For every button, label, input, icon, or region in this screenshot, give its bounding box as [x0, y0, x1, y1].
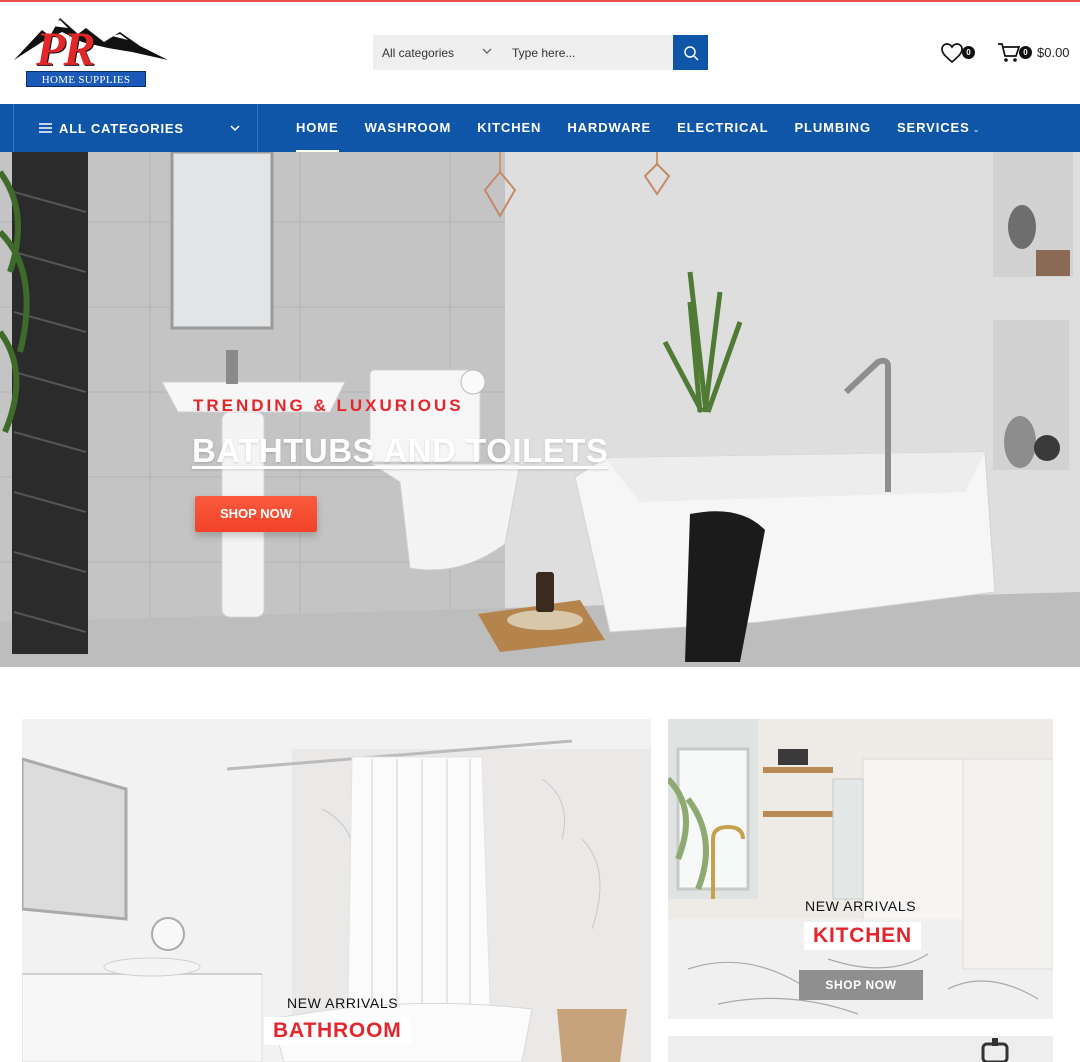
nav-item-electrical[interactable]: ELECTRICAL [677, 104, 768, 152]
search-bar: All categories [373, 35, 708, 70]
wishlist-count-badge: 0 [962, 46, 975, 59]
all-categories-label: ALL CATEGORIES [59, 120, 184, 136]
wishlist-button[interactable]: 0 [940, 40, 976, 66]
nav-item-hardware[interactable]: HARDWARE [567, 104, 651, 152]
third-banner-image [668, 1036, 1053, 1062]
search-input[interactable] [501, 35, 673, 70]
bathroom-banner[interactable]: NEW ARRIVALS BATHROOM [22, 719, 651, 1062]
hero-subtitle: TRENDING & LUXURIOUS [193, 396, 464, 415]
bathroom-hero-image [0, 152, 1080, 667]
nav-item-washroom[interactable]: WASHROOM [365, 104, 452, 152]
nav-item-services[interactable]: SERVICES ⌄ [897, 104, 980, 152]
hero-shop-now-button[interactable]: SHOP NOW [195, 496, 317, 532]
chevron-down-icon: ⌄ [972, 125, 981, 134]
cart-icon [998, 43, 1021, 62]
main-navigation: ALL CATEGORIES HOME WASHROOM KITCHEN HAR… [0, 104, 1080, 152]
site-header: PR HOME SUPPLIES All categories 0 0 $0.0… [0, 2, 1080, 104]
hero-slider: TRENDING & LUXURIOUS BATHTUBS AND TOILET… [0, 152, 1080, 667]
all-categories-toggle[interactable]: ALL CATEGORIES [13, 104, 258, 152]
chevron-down-icon [230, 125, 240, 132]
kitchen-banner-tagline: NEW ARRIVALS [805, 898, 917, 914]
nav-item-plumbing[interactable]: PLUMBING [794, 104, 871, 152]
logo-caption: HOME SUPPLIES [26, 71, 146, 87]
cart-count-badge: 0 [1019, 46, 1032, 59]
cart-button[interactable]: 0 $0.00 [997, 40, 1077, 66]
nav-links: HOME WASHROOM KITCHEN HARDWARE ELECTRICA… [296, 104, 1006, 152]
nav-item-home[interactable]: HOME [296, 104, 339, 152]
cart-total: $0.00 [1037, 45, 1070, 60]
nav-item-services-label: SERVICES [896, 120, 970, 135]
kitchen-shop-now-button[interactable]: SHOP NOW [799, 970, 923, 1000]
search-button[interactable] [673, 35, 708, 70]
search-category-select[interactable]: All categories [373, 35, 501, 70]
nav-item-kitchen[interactable]: KITCHEN [477, 104, 541, 152]
bathroom-banner-title[interactable]: BATHROOM [264, 1017, 411, 1045]
bathroom-banner-tagline: NEW ARRIVALS [287, 995, 399, 1011]
heart-icon [941, 43, 963, 64]
kitchen-banner[interactable]: NEW ARRIVALS KITCHEN SHOP NOW [668, 719, 1053, 1019]
hero-title[interactable]: BATHTUBS AND TOILETS [192, 432, 608, 470]
search-category-value: All categories [382, 45, 455, 60]
search-icon [683, 45, 699, 61]
menu-icon [39, 123, 52, 133]
chevron-down-icon [482, 48, 492, 54]
site-logo[interactable]: PR HOME SUPPLIES [12, 12, 170, 92]
kitchen-banner-title[interactable]: KITCHEN [804, 922, 921, 950]
third-banner[interactable] [668, 1036, 1053, 1062]
logo-letters: PR [36, 23, 95, 76]
